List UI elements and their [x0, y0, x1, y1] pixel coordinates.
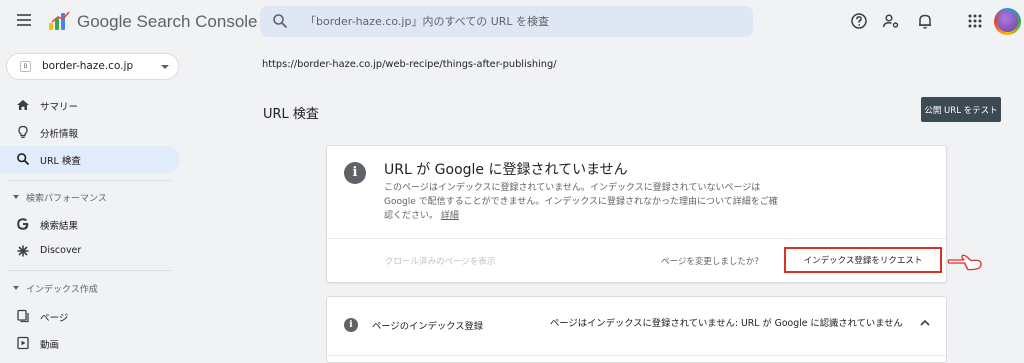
- collapse-caret-icon: [13, 195, 19, 199]
- chevron-up-icon[interactable]: [919, 318, 931, 328]
- sidebar-item-pages[interactable]: ページ: [0, 303, 180, 330]
- section-label: インデックス作成: [26, 285, 98, 295]
- sidebar-item-insights[interactable]: 分析情報: [0, 119, 180, 146]
- search-icon: [17, 153, 30, 166]
- notifications-bell-icon[interactable]: [916, 12, 934, 30]
- test-live-url-button[interactable]: 公開 URL をテスト: [921, 97, 1001, 122]
- search-icon: [273, 14, 288, 29]
- user-settings-icon[interactable]: [882, 12, 900, 30]
- section-label: 検索パフォーマンス: [26, 194, 107, 204]
- sidebar-section-performance[interactable]: 検索パフォーマンス: [0, 188, 180, 208]
- pointing-hand-icon: [947, 254, 982, 271]
- page-indexing-card[interactable]: i ページのインデックス登録 ページはインデックスに登録されていません: URL…: [326, 296, 947, 363]
- home-icon: [17, 100, 29, 110]
- sidebar-section-indexing[interactable]: インデックス作成: [0, 279, 180, 299]
- sidebar-item-label: URL 検査: [40, 156, 81, 167]
- info-icon: i: [344, 162, 366, 184]
- sidebar-item-label: サマリー: [40, 102, 79, 113]
- property-selector[interactable]: B border-haze.co.jp: [6, 53, 179, 80]
- status-description: このページはインデックスに登録されていません。インデックスに登録されていないペー…: [384, 181, 779, 223]
- top-app-bar: Google Search Console: [0, 0, 1024, 44]
- pages-icon: [17, 309, 29, 323]
- video-icon: [17, 336, 29, 350]
- search-console-logo-icon[interactable]: [48, 11, 70, 31]
- google-g-icon: [17, 218, 29, 230]
- help-icon[interactable]: [850, 12, 868, 30]
- menu-icon[interactable]: [17, 14, 31, 26]
- account-avatar[interactable]: [994, 8, 1021, 35]
- url-inspection-search[interactable]: [260, 6, 753, 37]
- sidebar-item-label: 検索結果: [40, 221, 79, 232]
- sidebar-divider: [8, 180, 171, 181]
- search-input[interactable]: [305, 6, 745, 37]
- page-indexing-status: ページはインデックスに登録されていません: URL が Google に認識され…: [550, 318, 903, 329]
- sidebar-item-search-results[interactable]: 検索結果: [0, 211, 180, 238]
- collapse-caret-icon: [13, 286, 19, 290]
- dropdown-caret-icon: [161, 65, 169, 69]
- status-title: URL が Google に登録されていません: [384, 162, 628, 178]
- property-favicon-icon: B: [20, 61, 31, 72]
- page-title: URL 検査: [263, 107, 319, 122]
- index-status-card: i URL が Google に登録されていません このページはインデックスに登…: [326, 145, 947, 283]
- page-changed-question: ページを変更しましたか？: [661, 257, 763, 267]
- sidebar-item-summary[interactable]: サマリー: [0, 92, 180, 119]
- asterisk-icon: [17, 245, 29, 257]
- page-indexing-label: ページのインデックス登録: [372, 321, 484, 332]
- property-label: border-haze.co.jp: [42, 60, 134, 72]
- view-crawled-page-link[interactable]: クロール済みのページを表示: [385, 255, 495, 267]
- card-divider: [327, 355, 946, 356]
- sidebar-item-url-inspection[interactable]: URL 検査: [0, 146, 180, 173]
- card-divider: [327, 238, 946, 239]
- app-title[interactable]: Google Search Console: [77, 12, 258, 32]
- lightbulb-icon: [18, 125, 28, 138]
- sidebar-item-videos[interactable]: 動画: [0, 330, 180, 357]
- request-indexing-button[interactable]: インデックス登録をリクエスト: [784, 247, 942, 273]
- info-icon: i: [344, 318, 358, 332]
- apps-grid-icon[interactable]: [966, 12, 984, 30]
- sidebar-item-label: 動画: [40, 340, 60, 351]
- inspected-url: https://border-haze.co.jp/web-recipe/thi…: [262, 59, 557, 70]
- sidebar-item-label: Discover: [40, 245, 82, 256]
- sidebar-item-label: 分析情報: [40, 129, 79, 140]
- sidebar-item-discover[interactable]: Discover: [0, 238, 180, 265]
- sidebar-item-label: ページ: [40, 313, 69, 324]
- sidebar-divider: [8, 270, 171, 271]
- details-link[interactable]: 詳細: [441, 211, 459, 221]
